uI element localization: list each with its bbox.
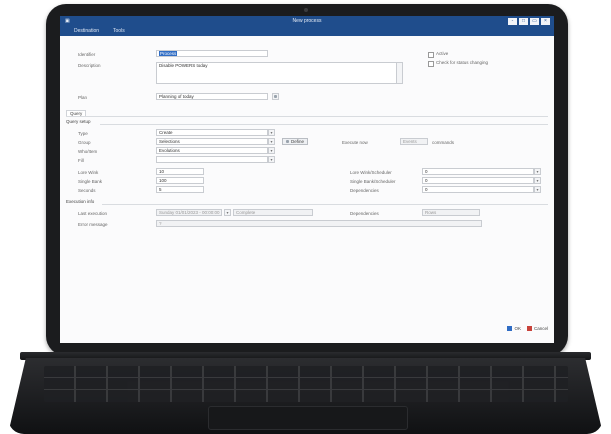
close-icon[interactable]: ×	[541, 18, 550, 25]
window-title: New process	[292, 18, 322, 24]
who-item-dropdown[interactable]: ▾	[268, 147, 275, 154]
identifier-label: Identifier	[78, 52, 96, 57]
single-bank-scheduler-label: Single Bank/Scheduler	[350, 179, 396, 184]
execution-section-title: Execution info	[66, 199, 95, 204]
query-section-title: Query setup	[66, 119, 91, 124]
camera-dot	[304, 8, 308, 12]
seconds-label: Seconds	[78, 188, 96, 193]
tab-divider	[66, 116, 548, 117]
maximize-icon[interactable]: ▭	[530, 18, 539, 25]
reset-field[interactable]: Events	[400, 138, 428, 145]
menu-tools[interactable]: Tools	[113, 27, 125, 36]
single-bank-label: Single Bank	[78, 179, 103, 184]
query-divider	[100, 124, 548, 125]
description-label: Description	[78, 63, 101, 68]
check-all-label: Check for status changing	[436, 60, 489, 65]
type-field[interactable]: Create	[156, 129, 268, 136]
duration-label: Dependencies	[350, 211, 379, 216]
group-label: Group	[78, 140, 91, 145]
error-field: ?	[156, 220, 482, 227]
ok-icon	[507, 326, 513, 331]
keys-area	[44, 366, 568, 402]
type-dropdown[interactable]: ▾	[268, 129, 275, 136]
who-item-label: Who/Item	[78, 149, 98, 154]
menu-bar: Destination Tools	[60, 27, 554, 36]
last-run-field: Sunday 01/01/2023 - 00:00:00	[156, 209, 222, 216]
trackpad	[208, 406, 408, 430]
last-run-lookup[interactable]: ▾	[224, 209, 231, 216]
dependencies-label: Dependencies	[350, 188, 379, 193]
fill-label: Fill	[78, 158, 84, 163]
single-bank-scheduler-dropdown[interactable]: ▾	[534, 177, 541, 184]
group-dropdown[interactable]: ▾	[268, 138, 275, 145]
plan-lookup-button[interactable]	[272, 93, 279, 100]
error-label: Error message	[78, 222, 108, 227]
dialog-footer: OK Cancel	[507, 326, 548, 331]
ok-label: OK	[514, 326, 521, 331]
define-label: Define	[291, 139, 305, 144]
dependencies-dropdown[interactable]: ▾	[534, 186, 541, 193]
cancel-icon	[526, 326, 532, 331]
last-run-label: Last execution	[78, 211, 108, 216]
lore-wink-scheduler-dropdown[interactable]: ▾	[534, 168, 541, 175]
seconds-field[interactable]: 5	[156, 186, 204, 193]
active-checkbox[interactable]	[428, 52, 434, 58]
plan-label: Plan	[78, 95, 88, 100]
keyboard	[8, 358, 603, 434]
plan-field[interactable]: Planning of today	[156, 93, 268, 100]
group-field[interactable]: Selections	[156, 138, 268, 145]
type-label: Type	[78, 131, 88, 136]
dependencies-field[interactable]: 0	[422, 186, 534, 193]
lore-wink-scheduler-field[interactable]: 0	[422, 168, 534, 175]
define-button[interactable]: Define	[282, 138, 309, 145]
who-item-field[interactable]: Evolutions	[156, 147, 268, 154]
lore-wink-field[interactable]: 10	[156, 168, 204, 175]
reset-label: Execute now	[342, 140, 368, 145]
fill-dropdown[interactable]: ▾	[268, 156, 275, 163]
fill-field[interactable]	[156, 156, 268, 163]
tablet-device: ▣ New process - □ ▭ × Destination Tools …	[46, 4, 568, 356]
cancel-button[interactable]: Cancel	[526, 326, 548, 331]
single-bank-scheduler-field[interactable]: 0	[422, 177, 534, 184]
single-bank-field[interactable]: 100	[156, 177, 204, 184]
form-content: Identifier Process Description Disable P…	[60, 36, 554, 336]
lookup-icon	[274, 95, 277, 98]
reset-suffix: commands	[432, 140, 455, 145]
duration-field: Rows	[422, 209, 480, 216]
title-bar: ▣ New process - □ ▭ ×	[60, 16, 554, 27]
lore-wink-scheduler-label: Lore Wink/Scheduler	[350, 170, 392, 175]
active-label: Active	[436, 51, 449, 56]
cancel-label: Cancel	[533, 326, 548, 331]
minimize-icon[interactable]: -	[508, 18, 517, 25]
window-controls: - □ ▭ ×	[508, 18, 550, 25]
execution-divider	[102, 204, 548, 205]
identifier-value: Process	[159, 51, 178, 56]
description-scrollbar[interactable]	[396, 62, 403, 84]
check-all-checkbox[interactable]	[428, 61, 434, 67]
define-icon	[286, 140, 289, 143]
description-field[interactable]: Disable POWERS today	[156, 62, 402, 84]
restore-icon[interactable]: □	[519, 18, 528, 25]
ok-button[interactable]: OK	[507, 326, 521, 331]
screen: ▣ New process - □ ▭ × Destination Tools …	[60, 16, 554, 343]
last-run-status-field: Complete	[233, 209, 313, 216]
identifier-field[interactable]: Process	[156, 50, 268, 57]
menu-destination[interactable]: Destination	[74, 27, 99, 36]
lore-wink-label: Lore Wink	[78, 170, 99, 175]
